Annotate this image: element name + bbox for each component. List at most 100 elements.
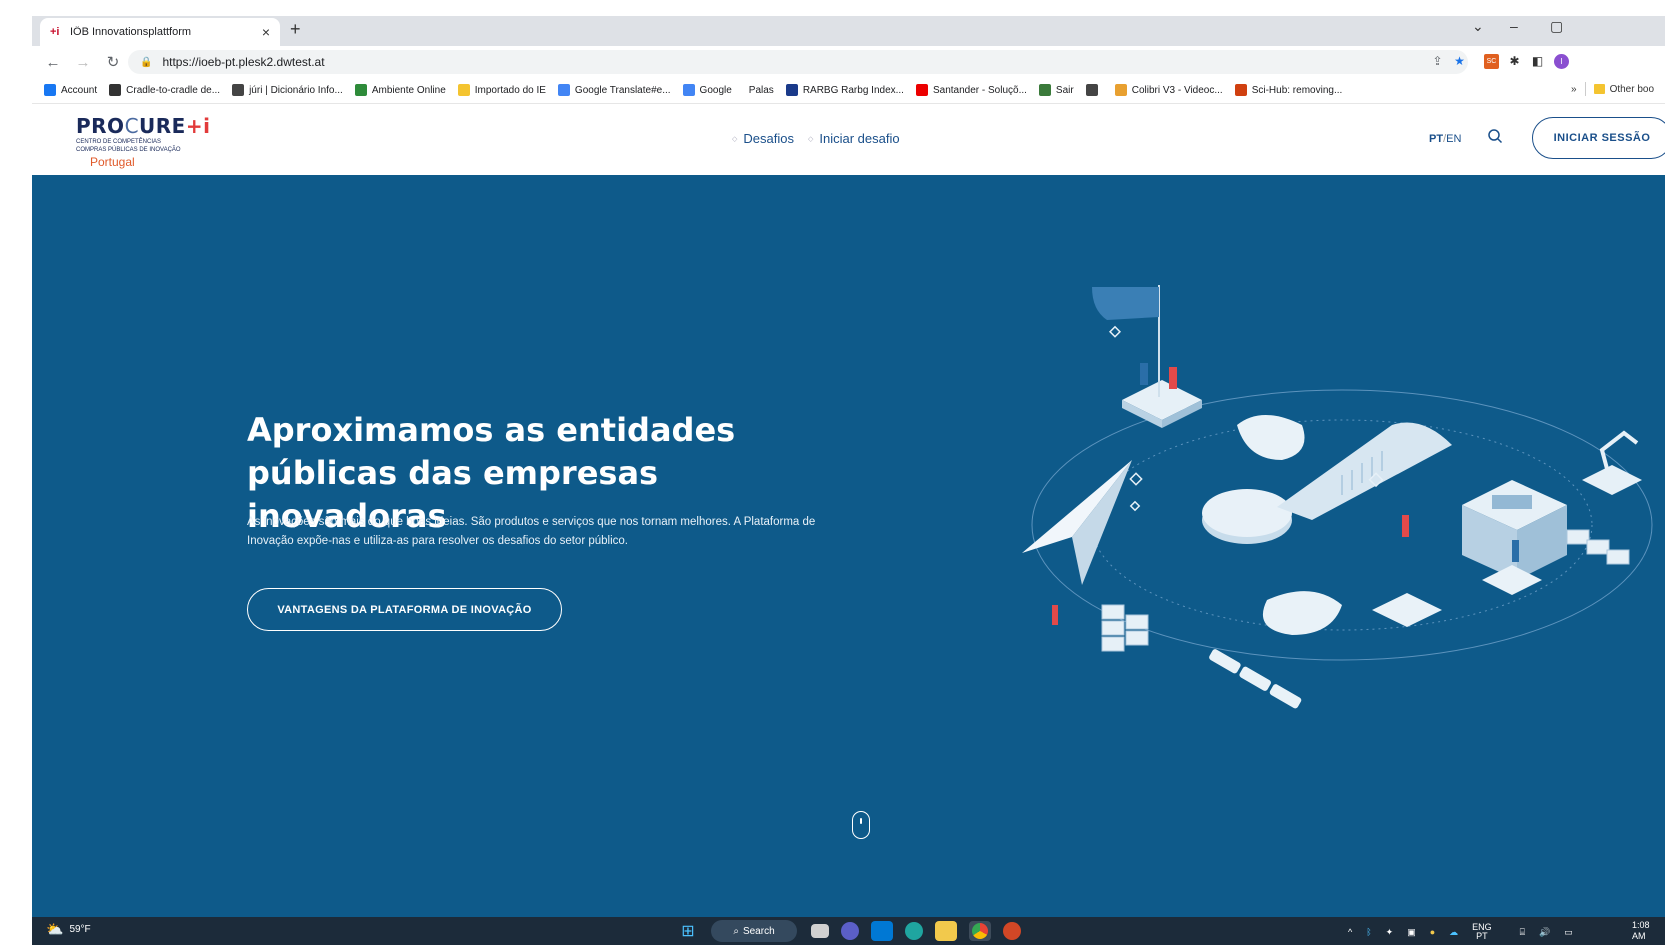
side-panel-icon[interactable]: ◧ [1530,54,1545,69]
network-icon[interactable]: ⌸ [1520,927,1525,938]
taskbar-apps: ⊞ ⌕ Search [677,920,1033,942]
bookmark-item[interactable]: Google [682,84,732,96]
bookmark-label: RARBG Rarbg Index... [802,84,904,96]
sair-icon [1038,84,1051,96]
address-bar[interactable]: 🔒 https://ioeb-pt.plesk2.dwtest.at [128,50,1468,74]
profile-avatar-icon[interactable]: I [1554,54,1569,69]
bookmark-item[interactable]: Colibri V3 - Videoc... [1114,84,1223,96]
reload-icon[interactable]: ↻ [104,53,122,71]
folder-icon [457,84,470,96]
bookmark-item[interactable]: júri | Dicionário Info... [232,84,343,96]
browser-toolbar: ← → ↻ 🔒 https://ioeb-pt.plesk2.dwtest.at… [32,46,1665,78]
windows-taskbar: ⛅ 59°F ⊞ ⌕ Search ^ ᛒ ✦ ▣ ● ☁ ENG PT ⌸ 🔊 ▭… [32,917,1665,945]
scroll-down-mouse-icon[interactable] [852,811,870,839]
weather-icon: ⛅ [46,921,64,937]
logo-subtitle-2: COMPRAS PÚBLICAS DE INOVAÇÃO [76,147,181,153]
bookmark-item[interactable]: Sci-Hub: removing... [1234,84,1343,96]
bookmarks-divider [1584,82,1586,96]
bookmark-item[interactable] [1085,84,1103,96]
tray-overflow-icon[interactable]: ^ [1348,927,1352,937]
logo-subtitle-1: CENTRO DE COMPETÊNCIAS [76,139,162,145]
bookmark-item[interactable]: Sair [1038,84,1074,96]
login-button[interactable]: INICIAR SESSÃO [1532,117,1665,159]
language-switcher: PT/EN [1429,133,1462,145]
tray-norton-icon[interactable]: ● [1430,927,1435,937]
restore-icon[interactable]: ▢ [1550,18,1563,35]
nav-bullet-icon: ◇ [732,135,738,143]
task-view-icon[interactable] [811,924,829,938]
bookmark-label: Google Translate#e... [574,84,671,96]
santander-icon [915,84,928,96]
browser-tab[interactable]: +i IÖB Innovationsplattform × [40,18,280,46]
file-explorer-icon[interactable] [935,921,957,941]
lang-en[interactable]: EN [1446,133,1461,145]
minimize-icon[interactable]: – [1510,18,1518,34]
hero-description: As inovações são mais do que boas ideias… [247,516,816,547]
close-tab-icon[interactable]: × [262,24,270,40]
bookmark-item[interactable]: Santander - Soluçõ... [915,84,1027,96]
tab-search-icon[interactable]: ⌄ [1472,18,1484,35]
edge-icon[interactable] [905,922,923,940]
bookmark-item[interactable]: Palas [744,84,774,96]
tray-security-icon[interactable]: ▣ [1407,927,1416,938]
lang-pt[interactable]: PT [1429,133,1443,145]
url-text: https://ioeb-pt.plesk2.dwtest.at [162,55,325,69]
rarbg-icon [785,84,798,96]
nav-iniciar-desafio[interactable]: ◇ Iniciar desafio [808,131,900,146]
procure-logo[interactable]: PROCURE+i CENTRO DE COMPETÊNCIAS COMPRAS… [76,114,210,169]
bookmark-item[interactable]: Google Translate#e... [557,84,671,96]
back-icon[interactable]: ← [44,54,62,71]
bookmark-label: Account [61,84,98,96]
taskbar-clock[interactable]: 1:08 AM [1632,920,1665,942]
bookmark-label: Santander - Soluçõ... [932,84,1027,96]
bluetooth-icon[interactable]: ᛒ [1366,927,1371,937]
google-icon [682,84,695,96]
site-search-icon[interactable] [1487,128,1509,150]
search-icon: ⌕ [733,925,739,937]
input-language[interactable]: ENG PT [1472,923,1506,941]
weather-widget[interactable]: ⛅ 59°F [46,921,91,938]
outlook-icon[interactable] [871,921,893,941]
battery-icon[interactable]: ▭ [1564,927,1573,938]
chrome-icon[interactable] [969,921,991,941]
bookmark-label: Sci-Hub: removing... [1251,84,1343,96]
nav-desafios[interactable]: ◇ Desafios [732,131,794,146]
volume-icon[interactable]: 🔊 [1539,927,1550,938]
bookmark-item[interactable]: Account [44,84,97,96]
bookmark-star-icon[interactable]: ★ [1452,54,1467,69]
new-tab-button[interactable]: + [290,19,301,40]
extension-sc-icon[interactable]: SC [1484,54,1499,69]
platform-advantages-button[interactable]: VANTAGENS DA PLATAFORMA DE INOVAÇÃO [247,588,562,631]
taskbar-search[interactable]: ⌕ Search [711,920,797,942]
forward-icon[interactable]: → [74,54,92,71]
bookmark-label: Palas [748,84,774,96]
colibri-icon [1114,84,1127,96]
tray-app-icon[interactable]: ✦ [1386,927,1394,938]
extensions-puzzle-icon[interactable]: ✱ [1507,54,1522,69]
share-icon[interactable]: ⇪ [1430,54,1445,69]
facebook-icon [44,84,56,96]
bookmarks-overflow: » Other boo [1571,82,1654,96]
windows-start-icon[interactable]: ⊞ [677,921,699,941]
bookmark-item[interactable]: RARBG Rarbg Index... [785,84,904,96]
bookmark-item[interactable]: Importado do IE [457,84,546,96]
scihub-icon [1234,84,1247,96]
tab-title: IÖB Innovationsplattform [70,26,192,38]
bookmarks-bar: Account Cradle-to-cradle de... júri | Dici… [32,78,1665,102]
screen: +i IÖB Innovationsplattform × + ⌄ – ▢ ← … [0,0,1665,945]
other-bookmarks-folder-icon [1593,84,1605,94]
browser-tab-strip: +i IÖB Innovationsplattform × + ⌄ – ▢ [32,16,1665,46]
wikipedia-icon [109,84,122,96]
bookmark-label: júri | Dicionário Info... [249,84,343,96]
other-bookmarks-label[interactable]: Other boo [1610,84,1654,95]
innovation-isometric-illustration [1022,285,1653,709]
bookmark-item[interactable]: Ambiente Online [354,84,446,96]
powerpoint-icon[interactable] [1003,922,1021,940]
bookmarks-more-icon[interactable]: » [1571,84,1577,95]
onedrive-icon[interactable]: ☁ [1449,927,1458,938]
bookmark-label: Google [699,84,732,96]
teams-chat-icon[interactable] [841,922,859,940]
globe-icon [1085,84,1098,96]
lock-icon[interactable]: 🔒 [140,57,152,68]
bookmark-item[interactable]: Cradle-to-cradle de... [109,84,220,96]
